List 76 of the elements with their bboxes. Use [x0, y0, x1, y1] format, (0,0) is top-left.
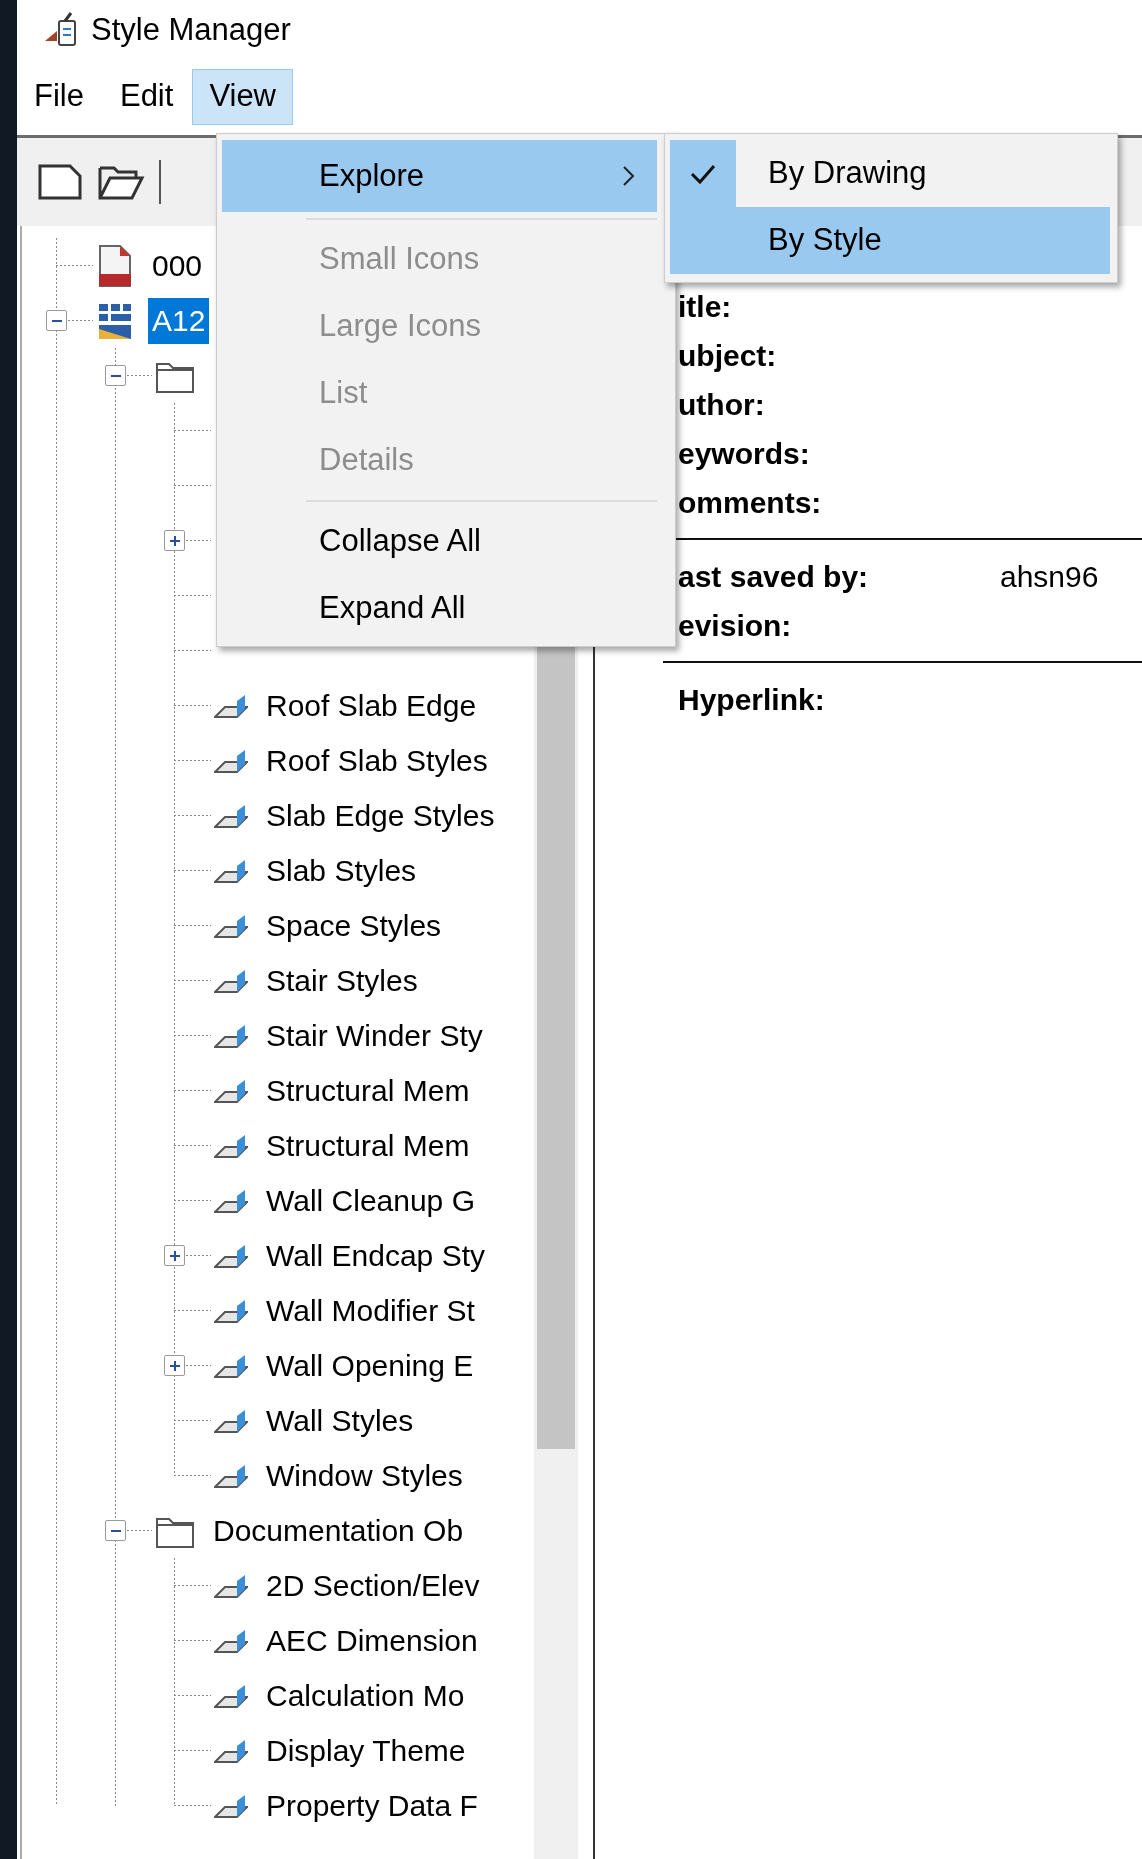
- tree-item[interactable]: Slab Edge Styles: [262, 792, 499, 839]
- minus-icon: [110, 374, 121, 377]
- app-icon: [43, 11, 79, 47]
- expand-toggle[interactable]: [164, 1245, 185, 1266]
- minus-icon: [110, 1529, 121, 1532]
- style-icon: [214, 968, 248, 993]
- tree-item[interactable]: Wall Cleanup G: [262, 1177, 479, 1224]
- menu-bar-item[interactable]: Edit: [102, 68, 191, 125]
- tree-item[interactable]: Slab Styles: [262, 847, 421, 894]
- expand-toggle[interactable]: [164, 1355, 185, 1376]
- menu-item[interactable]: Expand All: [222, 575, 657, 642]
- style-icon: [214, 1353, 248, 1378]
- style-icon: [214, 913, 248, 938]
- plus-icon: [169, 535, 180, 546]
- new-document-icon: [37, 162, 83, 202]
- tree-item[interactable]: Wall Modifier St: [262, 1287, 479, 1334]
- property-label: evision:: [678, 608, 793, 644]
- tree-item[interactable]: Window Styles: [262, 1452, 467, 1499]
- tree-item[interactable]: Roof Slab Edge: [262, 682, 481, 729]
- style-icon: [214, 748, 248, 773]
- tree-item[interactable]: Display Theme: [262, 1727, 470, 1774]
- tree-item[interactable]: Wall Endcap Sty: [262, 1232, 489, 1279]
- tree-item[interactable]: Stair Styles: [262, 957, 422, 1004]
- style-icon: [214, 1628, 248, 1653]
- menu-bar-item[interactable]: File: [17, 68, 101, 125]
- style-icon: [214, 803, 248, 828]
- menu-bar-item[interactable]: View: [192, 68, 293, 125]
- style-icon: [214, 1243, 248, 1268]
- tree-item[interactable]: Space Styles: [262, 902, 446, 949]
- menu-item[interactable]: By Drawing: [670, 140, 1110, 207]
- style-icon: [214, 1738, 248, 1763]
- style-icon: [214, 1793, 248, 1818]
- plus-icon: [169, 1250, 180, 1261]
- window-title: Style Manager: [91, 13, 291, 45]
- style-icon: [214, 1408, 248, 1433]
- property-value: ahsn96: [1000, 559, 1099, 595]
- style-icon: [214, 1023, 248, 1048]
- property-label: ast saved by:: [678, 559, 870, 595]
- property-label: ubject:: [678, 338, 778, 374]
- style-icon: [214, 1683, 248, 1708]
- property-label: itle:: [678, 289, 733, 325]
- minus-icon: [51, 319, 62, 322]
- tree-item[interactable]: Documentation Ob: [209, 1507, 468, 1554]
- expand-toggle[interactable]: [164, 530, 185, 551]
- tree-item[interactable]: AEC Dimension: [262, 1617, 482, 1664]
- tree-item[interactable]: Roof Slab Styles: [262, 737, 492, 784]
- style-icon: [214, 1133, 248, 1158]
- tree-item[interactable]: 2D Section/Elev: [262, 1562, 484, 1609]
- property-label: Hyperlink:: [678, 682, 826, 718]
- style-icon: [214, 1078, 248, 1103]
- tree-item[interactable]: Property Data F: [262, 1782, 482, 1829]
- tree-item[interactable]: Stair Winder Sty: [262, 1012, 487, 1059]
- expand-toggle[interactable]: [46, 310, 67, 331]
- style-icon: [214, 693, 248, 718]
- property-label: omments:: [678, 485, 823, 521]
- property-label: eywords:: [678, 436, 811, 472]
- tree-item[interactable]: Calculation Mo: [262, 1672, 469, 1719]
- tree-item[interactable]: A12: [148, 297, 210, 344]
- tree-item[interactable]: Structural Mem: [262, 1122, 474, 1169]
- style-icon: [214, 858, 248, 883]
- property-label: uthor:: [678, 387, 766, 423]
- tree-item[interactable]: Structural Mem: [262, 1067, 474, 1114]
- menu-item[interactable]: Explore: [222, 140, 657, 212]
- dwg-file-icon: [96, 243, 134, 288]
- tree-item[interactable]: Wall Opening E: [262, 1342, 478, 1389]
- menu-item[interactable]: By Style: [670, 207, 1110, 274]
- tree-item[interactable]: Wall Styles: [262, 1397, 418, 1444]
- style-icon: [214, 1188, 248, 1213]
- tree-item[interactable]: 000: [148, 242, 207, 289]
- menu-item[interactable]: Collapse All: [222, 508, 657, 575]
- expand-toggle[interactable]: [105, 365, 126, 386]
- expand-toggle[interactable]: [105, 1520, 126, 1541]
- style-icon: [214, 1573, 248, 1598]
- style-icon: [214, 1463, 248, 1488]
- style-icon: [214, 1298, 248, 1323]
- plus-icon: [169, 1360, 180, 1371]
